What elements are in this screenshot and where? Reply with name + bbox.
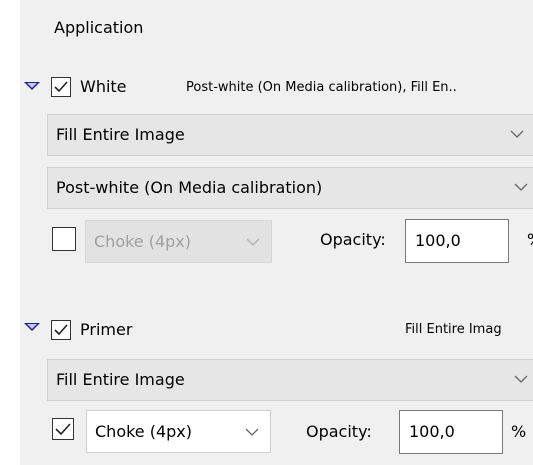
- white-choke-dropdown: Choke (4px): [85, 220, 272, 263]
- chevron-down-icon: [245, 428, 259, 436]
- primer-choke-checkbox[interactable]: [52, 418, 74, 440]
- white-calibration-dropdown[interactable]: Post-white (On Media calibration): [47, 167, 533, 209]
- chevron-down-icon: [510, 130, 524, 138]
- application-panel: Application White Post-white (On Media c…: [0, 0, 533, 465]
- white-choke-checkbox[interactable]: [52, 227, 76, 251]
- primer-disclosure-triangle-icon[interactable]: [24, 323, 40, 331]
- white-opacity-input[interactable]: 100,0: [405, 219, 509, 263]
- checkmark-icon: [54, 81, 68, 93]
- white-checkbox[interactable]: [51, 77, 71, 97]
- white-opacity-label: Opacity:: [320, 230, 386, 249]
- primer-summary: Fill Entire Imag: [405, 322, 502, 337]
- white-opacity-unit: %: [527, 229, 533, 251]
- white-summary: Post-white (On Media calibration), Fill …: [186, 80, 457, 95]
- chevron-down-icon: [514, 183, 528, 191]
- primer-opacity-input[interactable]: 100,0: [399, 410, 503, 454]
- primer-opacity-label: Opacity:: [306, 422, 372, 441]
- section-title: Application: [54, 18, 144, 37]
- white-fill-dropdown[interactable]: Fill Entire Image: [47, 114, 533, 156]
- white-calibration-dropdown-value: Post-white (On Media calibration): [56, 178, 323, 197]
- white-fill-dropdown-value: Fill Entire Image: [56, 125, 185, 144]
- chevron-down-icon: [514, 375, 528, 383]
- primer-checkbox[interactable]: [51, 320, 71, 340]
- white-label: White: [80, 77, 127, 96]
- primer-label: Primer: [80, 320, 133, 339]
- primer-choke-dropdown-value: Choke (4px): [95, 422, 193, 441]
- primer-fill-dropdown[interactable]: Fill Entire Image: [47, 359, 533, 401]
- checkmark-icon: [54, 324, 68, 336]
- white-choke-dropdown-value: Choke (4px): [94, 232, 192, 251]
- primer-choke-dropdown[interactable]: Choke (4px): [86, 410, 271, 453]
- primer-fill-dropdown-value: Fill Entire Image: [56, 370, 185, 389]
- white-disclosure-triangle-icon[interactable]: [24, 82, 40, 90]
- checkmark-icon: [55, 423, 71, 436]
- chevron-down-icon: [246, 238, 260, 246]
- primer-opacity-unit: %: [511, 422, 527, 441]
